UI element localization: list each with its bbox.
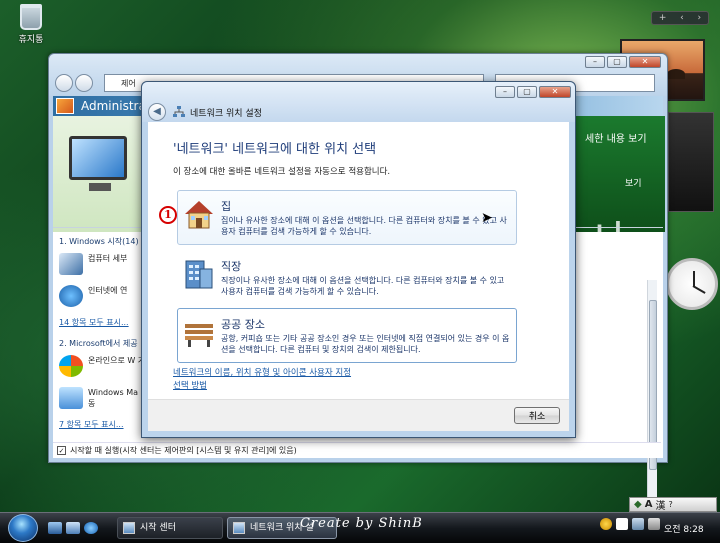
feed-gadget[interactable]	[668, 112, 714, 212]
list-item[interactable]: 인터넷에 연	[59, 285, 149, 307]
internet-explorer-icon[interactable]	[84, 522, 98, 534]
sidebar-controls[interactable]: + ‹ ›	[651, 11, 709, 25]
clock-face-icon	[666, 258, 718, 310]
list-item[interactable]: 컴퓨터 세부	[59, 253, 149, 275]
forward-icon[interactable]	[75, 74, 93, 92]
office-building-icon	[185, 260, 213, 289]
section-windows: 1. Windows 시작(14)	[59, 237, 139, 246]
taskbar-clock[interactable]: 오전 8:28	[664, 522, 704, 535]
show-all-14-link[interactable]: 14 항목 모두 표시...	[59, 317, 149, 328]
security-shield-icon[interactable]	[600, 518, 612, 530]
cancel-button[interactable]: 취소	[514, 407, 560, 424]
network-icon	[233, 522, 245, 534]
list-item[interactable]: Windows Ma 이동	[59, 387, 149, 409]
option-home[interactable]: 집 집이나 유사한 장소에 대해 이 옵션을 선택합니다. 다른 컴퓨터와 장치…	[177, 190, 517, 245]
back-arrow-icon[interactable]: ◀	[148, 103, 166, 121]
option-public[interactable]: 공공 장소 공항, 커피숍 또는 기타 공공 장소인 경우 또는 인터넷에 직접…	[177, 308, 517, 363]
list-item[interactable]: 온라인으로 W 기	[59, 355, 149, 377]
start-button-icon[interactable]	[8, 514, 38, 542]
option-public-desc: 공항, 커피숍 또는 기타 공공 장소인 경우 또는 인터넷에 직접 연결되어 …	[221, 334, 510, 354]
computer-icon	[69, 136, 127, 180]
view-link[interactable]: 보기	[625, 176, 642, 189]
hanja-button[interactable]: 漢	[655, 497, 665, 512]
globe-icon	[59, 285, 83, 307]
taskbar: 시작 센터 네트워크 위치 설 Create by ShinB 오전 8:28	[0, 512, 720, 543]
next-icon[interactable]: ›	[697, 13, 701, 23]
dialog-footer: 취소	[148, 399, 569, 431]
window-icon	[123, 522, 135, 534]
startup-checkbox-label: 시작할 때 실행(시작 센터는 제어판의 [시스템 및 유지 관리]에 있음)	[70, 446, 297, 455]
show-desktop-icon[interactable]	[48, 522, 62, 534]
section-microsoft: 2. Microsoft에서 제공	[59, 339, 138, 348]
network-tray-icon[interactable]	[632, 518, 644, 530]
computer-details-icon	[59, 253, 83, 275]
page-title: '네트워크' 네트워크에 대한 위치 선택	[173, 142, 377, 157]
option-home-desc: 집이나 유사한 장소에 대해 이 옵션을 선택합니다. 다른 컴퓨터와 장치를 …	[221, 216, 507, 236]
close-button[interactable]: ✕	[539, 86, 571, 98]
system-tray	[600, 518, 660, 530]
dialog-titlebar[interactable]: – ▢ ✕ ◀ 네트워크 위치 설정	[142, 82, 575, 122]
option-public-title: 공공 장소	[221, 318, 265, 331]
recycle-bin-icon	[20, 4, 42, 30]
mouse-cursor-icon: ➤	[481, 210, 493, 226]
taskbar-item-welcome-center[interactable]: 시작 센터	[117, 517, 223, 539]
minimize-button[interactable]: –	[585, 56, 605, 68]
windows-logo-icon	[59, 355, 83, 377]
ime-icon: ◆	[634, 499, 642, 510]
show-all-7-link[interactable]: 7 항목 모두 표시...	[59, 419, 149, 430]
help-icon[interactable]: ?	[668, 500, 672, 509]
prev-icon[interactable]: ‹	[680, 13, 684, 23]
recycle-bin[interactable]: 휴지통	[14, 4, 48, 45]
detail-link[interactable]: 세한 내용 보기	[585, 130, 647, 145]
scrollbar[interactable]	[647, 280, 657, 520]
dialog-content: '네트워크' 네트워크에 대한 위치 선택 이 장소에 대한 올바른 네트워크 …	[148, 122, 569, 431]
annotation-marker: 1	[159, 206, 177, 224]
back-icon[interactable]	[55, 74, 73, 92]
task-list: 1. Windows 시작(14) 컴퓨터 세부 인터넷에 연 14 항목 모두…	[59, 234, 149, 440]
close-button[interactable]: ✕	[629, 56, 661, 68]
page-subtitle: 이 장소에 대한 올바른 네트워크 설정을 자동으로 적용합니다.	[173, 167, 391, 177]
add-gadget-icon[interactable]: +	[659, 13, 667, 23]
customize-network-link[interactable]: 네트워크의 이름, 위치 유형 및 아이콘 사용자 지정	[173, 366, 351, 378]
option-work-desc: 직장이나 유사한 장소에 대해 이 옵션을 선택합니다. 다른 컴퓨터와 장치를…	[221, 276, 505, 296]
shopping-basket-icon	[59, 387, 83, 409]
arrow-icon[interactable]	[616, 518, 628, 530]
address-text: 제어	[121, 79, 136, 88]
credit-text: Create by ShinB	[300, 516, 423, 531]
user-picture-icon	[56, 98, 74, 114]
maximize-button[interactable]: ▢	[607, 56, 627, 68]
house-icon	[185, 201, 213, 229]
network-location-dialog: – ▢ ✕ ◀ 네트워크 위치 설정 '네트워크' 네트워크에 대한 위치 선택…	[141, 81, 576, 438]
help-choose-link[interactable]: 선택 방법	[173, 379, 207, 391]
clock-gadget[interactable]	[666, 242, 720, 328]
option-work-title: 직장	[221, 260, 242, 273]
volume-icon[interactable]	[648, 518, 660, 530]
minimize-button[interactable]: –	[495, 86, 515, 98]
option-home-title: 집	[221, 200, 232, 213]
park-bench-icon	[185, 324, 213, 347]
desktop: 휴지통 + ‹ › – ▢ ✕ 제어 Administrat 세한 내용 보기 …	[0, 0, 720, 520]
startup-option[interactable]: ✓ 시작할 때 실행(시작 센터는 제어판의 [시스템 및 유지 관리]에 있음…	[53, 442, 661, 458]
recycle-bin-label: 휴지통	[18, 35, 44, 45]
input-mode[interactable]: A	[645, 499, 653, 510]
startup-checkbox[interactable]: ✓	[57, 446, 66, 455]
switch-windows-icon[interactable]	[66, 522, 80, 534]
language-bar[interactable]: ◆ A 漢 ?	[629, 497, 717, 512]
network-icon	[173, 106, 185, 117]
maximize-button[interactable]: ▢	[517, 86, 537, 98]
option-work[interactable]: 직장 직장이나 유사한 장소에 대해 이 옵션을 선택합니다. 다른 컴퓨터와 …	[177, 250, 517, 305]
dialog-title: 네트워크 위치 설정	[190, 109, 262, 119]
tree-silhouette	[667, 69, 685, 79]
